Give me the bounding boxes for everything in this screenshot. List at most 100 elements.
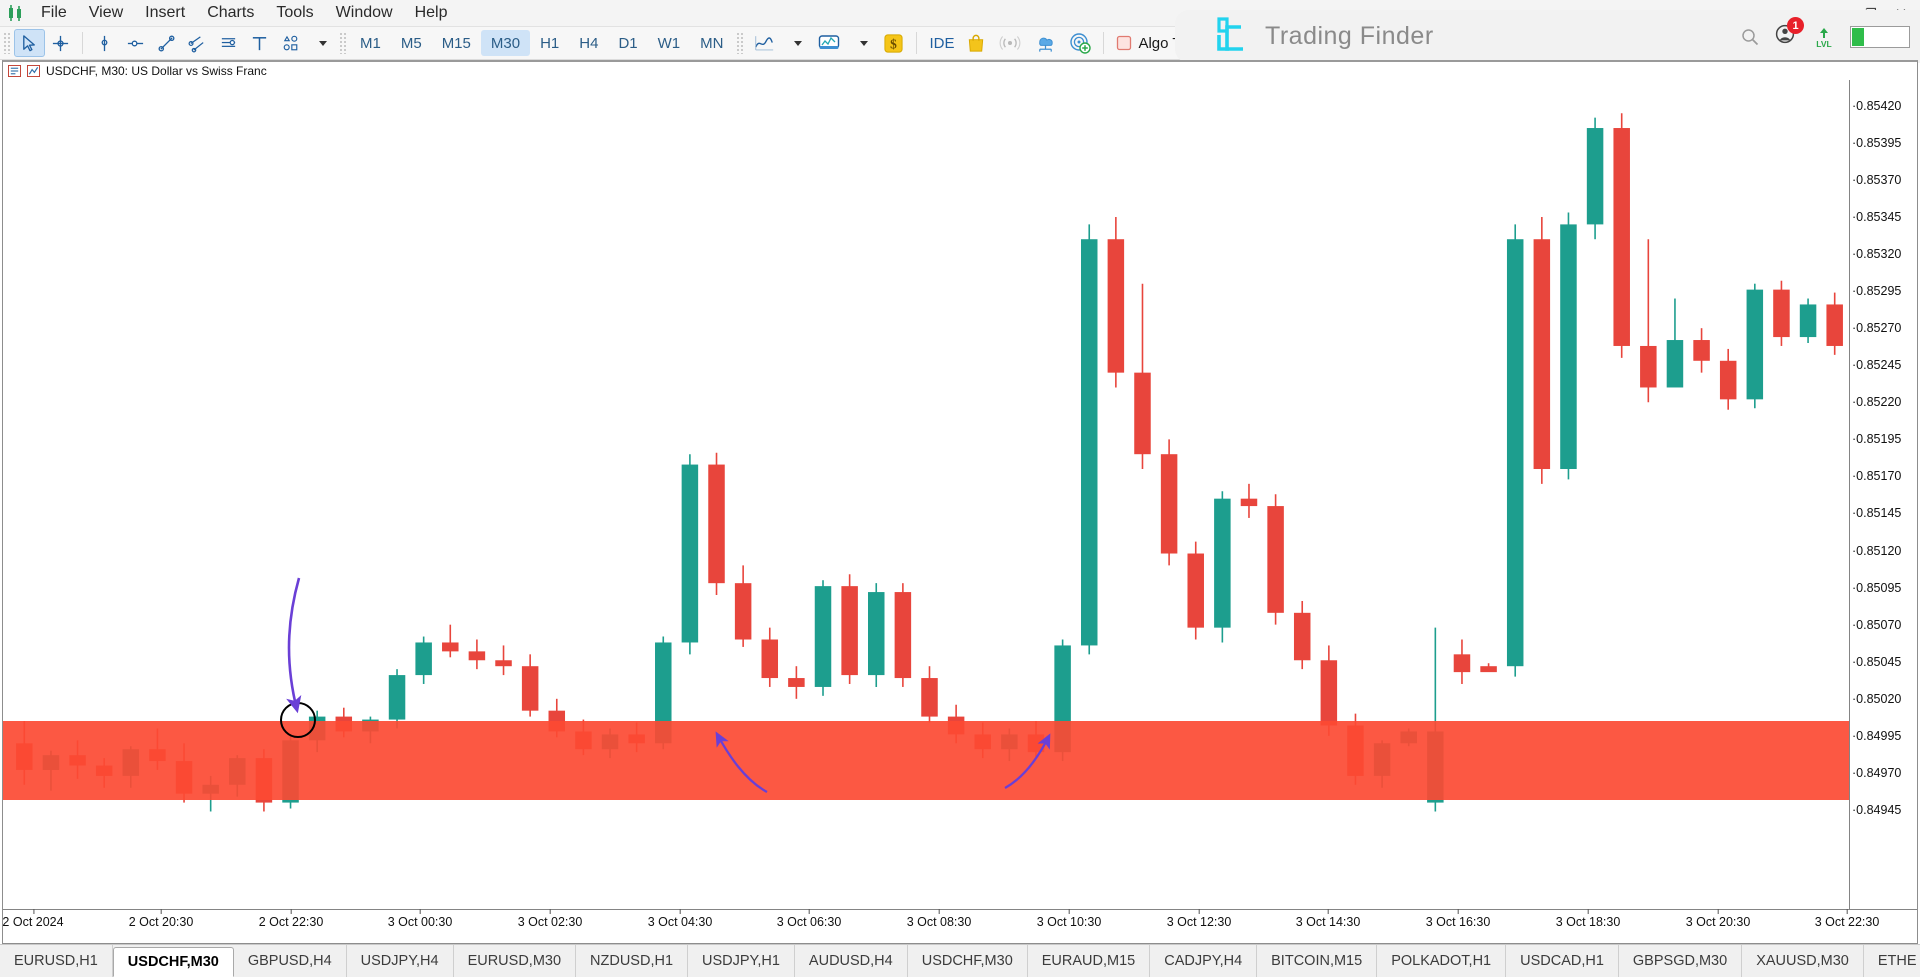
search-icon[interactable]	[1740, 27, 1760, 47]
timeframe-m15[interactable]: M15	[432, 30, 481, 56]
chart-tab-cadjpy-h4[interactable]: CADJPY,H4	[1150, 945, 1258, 977]
brand-actions: 1 LVL	[1740, 17, 1910, 51]
candle-body	[1187, 553, 1204, 628]
candle-body	[1560, 224, 1577, 470]
time-tick-label: 3 Oct 16:30	[1425, 915, 1491, 929]
time-tick: 3 Oct 14:30	[1296, 909, 1360, 929]
chart-tab-bitcoin-m15[interactable]: BITCOIN,M15	[1257, 945, 1378, 977]
menu-item-charts[interactable]: Charts	[196, 0, 265, 26]
time-tick: 3 Oct 16:30	[1425, 909, 1491, 929]
candle-body	[388, 675, 406, 720]
candle-body	[442, 642, 459, 652]
time-tick: 3 Oct 00:30	[388, 909, 452, 929]
shapes-tool-button[interactable]	[275, 29, 306, 57]
toolbar-grip[interactable]	[3, 32, 11, 54]
time-tick: 3 Oct 12:30	[1166, 909, 1232, 929]
time-tick-label: 3 Oct 08:30	[906, 915, 972, 929]
toolbar-grip-2[interactable]	[339, 32, 347, 54]
market-bag-icon[interactable]	[960, 29, 992, 57]
cursor-tool-button[interactable]	[14, 29, 45, 57]
chart-type-caret[interactable]	[781, 29, 811, 57]
shapes-dropdown-caret[interactable]	[306, 29, 336, 57]
fibonacci-tool-button[interactable]	[213, 29, 244, 57]
trendline-tool-button[interactable]	[151, 29, 182, 57]
candle-body	[761, 639, 779, 679]
menu-item-help[interactable]: Help	[404, 0, 459, 26]
chart-tab-usdjpy-h1[interactable]: USDJPY,H1	[688, 945, 795, 977]
candle-body	[1586, 128, 1604, 225]
indicators-caret[interactable]	[847, 29, 877, 57]
chart-tab-euraud-m15[interactable]: EURAUD,M15	[1028, 945, 1151, 977]
timeframe-h1[interactable]: H1	[530, 30, 569, 56]
price-tick: ·0.85070	[1852, 617, 1902, 632]
gap-highlight-circle	[280, 702, 316, 738]
toolbar-grip-3[interactable]	[736, 32, 745, 54]
signals-broadcast-icon[interactable]	[992, 29, 1028, 57]
chart-tab-polkadot-h1[interactable]: POLKADOT,H1	[1377, 945, 1507, 977]
svg-text:$: $	[891, 36, 898, 51]
chart-tab-gbpusd-h4[interactable]: GBPUSD,H4	[234, 945, 347, 977]
chart-tab-usdjpy-h4[interactable]: USDJPY,H4	[347, 945, 454, 977]
time-axis[interactable]: 2 Oct 2024 2 Oct 20:30 2 Oct 22:30 3 Oct 00…	[2, 909, 1917, 943]
chart-tab-xauusd-m30[interactable]: XAUUSD,M30	[1742, 945, 1864, 977]
one-click-trading-button[interactable]: $	[877, 29, 910, 57]
timeframe-m1[interactable]: M1	[350, 30, 391, 56]
notification-badge: 1	[1787, 17, 1804, 34]
time-tick-label: 3 Oct 12:30	[1166, 915, 1232, 929]
menu-item-insert[interactable]: Insert	[134, 0, 196, 26]
time-tick: 3 Oct 02:30	[518, 909, 582, 929]
toolbar-separator	[82, 32, 83, 54]
chart-type-button[interactable]	[747, 29, 781, 57]
price-axis[interactable]: ·0.85420 ·0.85395 ·0.85370 ·0.85345 ·0.85320…	[1849, 80, 1917, 909]
text-tool-button[interactable]	[244, 29, 275, 57]
vps-target-icon[interactable]	[1063, 29, 1097, 57]
account-button[interactable]: 1	[1774, 17, 1804, 51]
candle-body	[868, 592, 885, 676]
menu-item-tools[interactable]: Tools	[265, 0, 324, 26]
cloud-network-icon[interactable]	[1028, 29, 1063, 57]
time-tick-label: 3 Oct 10:30	[1036, 915, 1102, 929]
time-tick-label: 2 Oct 22:30	[258, 915, 324, 929]
price-tick: ·0.84970	[1852, 765, 1902, 780]
connection-meter[interactable]	[1850, 25, 1910, 48]
menu-item-window[interactable]: Window	[325, 0, 404, 26]
chart-tab-usdchf-m30[interactable]: USDCHF,M30	[908, 945, 1028, 977]
candle-body	[1693, 340, 1710, 361]
candle-body	[1240, 498, 1258, 507]
menu-item-view[interactable]: View	[78, 0, 134, 26]
equidistant-channel-tool-button[interactable]	[182, 29, 213, 57]
vertical-line-tool-button[interactable]	[89, 29, 120, 57]
timeframe-w1[interactable]: W1	[648, 30, 691, 56]
chart-window-icon	[8, 65, 21, 77]
timeframe-d1[interactable]: D1	[608, 30, 647, 56]
chart-tab-nzdusd-h1[interactable]: NZDUSD,H1	[576, 945, 689, 977]
candle-body	[708, 464, 725, 584]
horizontal-line-tool-button[interactable]	[120, 29, 151, 57]
time-tick: 3 Oct 20:30	[1686, 909, 1750, 929]
chart-tab-gbpsgd-m30[interactable]: GBPSGD,M30	[1619, 945, 1743, 977]
timeframe-m5[interactable]: M5	[391, 30, 432, 56]
chart-tab-usdcad-h1[interactable]: USDCAD,H1	[1506, 945, 1619, 977]
price-tick: ·0.85245	[1852, 358, 1902, 373]
chart-tab-eurusd-m30[interactable]: EURUSD,M30	[454, 945, 577, 977]
menu-item-file[interactable]: File	[30, 0, 78, 26]
chart-tab-audusd-h4[interactable]: AUDUSD,H4	[795, 945, 908, 977]
timeframe-h4[interactable]: H4	[569, 30, 608, 56]
chart-tab-eurusd-h1[interactable]: EURUSD,H1	[0, 945, 113, 977]
chart-title: USDCHF, M30: US Dollar vs Swiss Franc	[46, 64, 267, 78]
chart-tab-usdchf-m30[interactable]: USDCHF,M30	[112, 947, 234, 977]
timeframe-m30[interactable]: M30	[480, 30, 531, 56]
candle-body	[894, 592, 912, 679]
candle-body	[1640, 345, 1657, 388]
timeframe-mn[interactable]: MN	[690, 30, 733, 56]
candle-body	[1826, 304, 1843, 346]
candle-body	[681, 464, 699, 643]
candle-body	[495, 660, 512, 667]
crosshair-tool-button[interactable]	[45, 29, 76, 57]
ide-button[interactable]: IDE	[923, 29, 960, 57]
lvl-icon[interactable]: LVL	[1812, 25, 1836, 49]
indicators-button[interactable]	[811, 29, 847, 57]
chart-data-icon	[27, 65, 40, 77]
chart-plot-area[interactable]	[3, 80, 1917, 943]
chart-tab-ethe[interactable]: ETHE	[1864, 945, 1920, 977]
